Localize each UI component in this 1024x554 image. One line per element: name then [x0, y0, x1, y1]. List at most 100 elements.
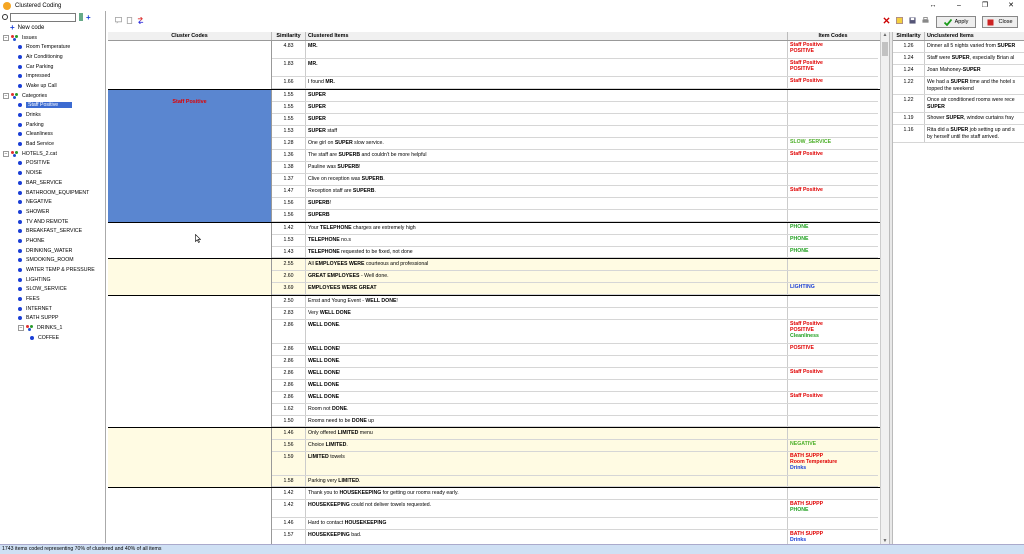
comment-icon[interactable] — [115, 17, 122, 24]
new-code-item[interactable]: + New code — [0, 23, 105, 33]
item-text-cell[interactable]: SUPERB — [306, 210, 788, 221]
tree-item-shower[interactable]: SHOWER — [0, 207, 105, 217]
item-text-cell[interactable]: TELEPHONE requested to be fixed, not don… — [306, 247, 788, 257]
item-text-cell[interactable]: WELL DONE. — [306, 356, 788, 367]
item-codes-cell[interactable] — [788, 174, 878, 185]
table-row[interactable]: 2.86 WELL DONE Staff Positive — [272, 392, 878, 404]
item-text-cell[interactable]: WELL DONE. — [306, 320, 788, 343]
table-row[interactable]: 1.53 SUPER staff — [272, 126, 878, 138]
tree-item-bathroom-equipment[interactable]: BATHROOM_EQUIPMENT — [0, 188, 105, 198]
scroll-thumb[interactable] — [882, 42, 888, 56]
delete-icon[interactable] — [883, 17, 890, 24]
tree-item-internet[interactable]: INTERNET — [0, 304, 105, 314]
tree-item-bar-service[interactable]: BAR_SERVICE — [0, 178, 105, 188]
item-codes-cell[interactable]: Staff Positive POSITIVE — [788, 41, 878, 58]
table-row[interactable]: 1.46 Hard to contact HOUSEKEEPING — [272, 518, 878, 530]
item-text-cell[interactable]: Shower SUPER, window curtains fray — [925, 113, 1024, 124]
tree-item-slow-service[interactable]: SLOW_SERVICE — [0, 285, 105, 295]
item-text-cell[interactable]: Once air conditioned rooms were rece SUPE… — [925, 95, 1024, 112]
unclustered-row[interactable]: 1.22 Once air conditioned rooms were rece… — [893, 95, 1024, 113]
item-codes-cell[interactable]: PHONE — [788, 247, 878, 257]
item-text-cell[interactable]: WELL DONE — [306, 392, 788, 403]
unclustered-row[interactable]: 1.19 Shower SUPER, window curtains fray — [893, 113, 1024, 125]
item-text-cell[interactable]: WELL DONE! — [306, 344, 788, 355]
table-row[interactable]: 1.55 SUPER — [272, 90, 878, 102]
tree-item-categories[interactable]: − Categories — [0, 91, 105, 101]
cluster-code-cell[interactable] — [108, 428, 272, 487]
table-row[interactable]: 1.46 Only offered LIMITED menu — [272, 428, 878, 440]
table-row[interactable]: 1.28 One girl on SUPER slow service. SLOW_… — [272, 138, 878, 150]
table-row[interactable]: 1.66 I found MR. Staff Positive — [272, 77, 878, 89]
item-text-cell[interactable]: Hard to contact HOUSEKEEPING — [306, 518, 788, 529]
table-row[interactable]: 2.86 WELL DONE! POSITIVE — [272, 344, 878, 356]
tree-item-noise[interactable]: NOISE — [0, 168, 105, 178]
tree-item-impressed[interactable]: Impressed — [0, 71, 105, 81]
item-codes-cell[interactable]: BATH SUPPP Room Temperature Drinks — [788, 452, 878, 475]
tree-item-air-conditioning[interactable]: Air Conditioning — [0, 52, 105, 62]
collapse-toggle-icon[interactable]: − — [3, 92, 9, 99]
item-codes-cell[interactable] — [788, 271, 878, 282]
item-codes-cell[interactable] — [788, 296, 878, 307]
item-text-cell[interactable]: Joan Mahoney-SUPER — [925, 65, 1024, 76]
tree-item-coffee[interactable]: COFFEE — [0, 333, 105, 343]
cluster-code-cell[interactable] — [108, 488, 272, 544]
tree-item-breakfast-service[interactable]: BREAKFAST_SERVICE — [0, 226, 105, 236]
item-text-cell[interactable]: HOUSEKEEPING bad. — [306, 530, 788, 544]
print-icon[interactable] — [922, 17, 929, 24]
item-codes-cell[interactable]: Staff Positive — [788, 392, 878, 403]
cluster-code-cell[interactable] — [108, 223, 272, 258]
close-window-button[interactable]: ✕ — [998, 0, 1024, 11]
item-codes-cell[interactable] — [788, 356, 878, 367]
item-text-cell[interactable]: One girl on SUPER slow service. — [306, 138, 788, 149]
tree-item-lighting[interactable]: LIGHTING — [0, 275, 105, 285]
item-codes-cell[interactable] — [788, 518, 878, 529]
item-text-cell[interactable]: LIMITED towels — [306, 452, 788, 475]
tree-item-staff-positive[interactable]: Staff Positive — [0, 101, 105, 111]
add-icon[interactable]: + — [86, 13, 91, 22]
tree-item-water-temp-pressure[interactable]: WATER TEMP & PRESSURE — [0, 265, 105, 275]
item-codes-cell[interactable] — [788, 198, 878, 209]
tree-item-car-parking[interactable]: Car Parking — [0, 62, 105, 72]
item-codes-cell[interactable]: Staff Positive POSITIVE Cleanliness — [788, 320, 878, 343]
item-codes-cell[interactable]: BATH SUPPP Drinks — [788, 530, 878, 544]
item-text-cell[interactable]: Thank you to HOUSEKEEPING for getting ou… — [306, 488, 788, 499]
item-codes-cell[interactable] — [788, 476, 878, 486]
item-codes-cell[interactable]: SLOW_SERVICE — [788, 138, 878, 149]
item-text-cell[interactable]: MR. — [306, 59, 788, 76]
item-codes-cell[interactable]: Staff Positive — [788, 77, 878, 88]
item-codes-cell[interactable]: Staff Positive — [788, 150, 878, 161]
item-text-cell[interactable]: EMPLOYEES WERE GREAT — [306, 283, 788, 294]
search-icon[interactable] — [2, 14, 8, 20]
item-text-cell[interactable]: HOUSEKEEPING could not deliver towels re… — [306, 500, 788, 517]
item-codes-cell[interactable] — [788, 114, 878, 125]
table-row[interactable]: 2.50 Ernst and Young Event - WELL DONE! — [272, 296, 878, 308]
item-codes-cell[interactable]: PHONE — [788, 235, 878, 246]
item-codes-cell[interactable] — [788, 162, 878, 173]
table-row[interactable]: 1.42 Thank you to HOUSEKEEPING for gettin… — [272, 488, 878, 500]
table-row[interactable]: 1.50 Rooms need to be DONE up — [272, 416, 878, 427]
item-codes-cell[interactable] — [788, 210, 878, 221]
item-text-cell[interactable]: MR. — [306, 41, 788, 58]
collapse-toggle-icon[interactable]: − — [3, 34, 9, 41]
item-codes-cell[interactable]: Staff Positive POSITIVE — [788, 59, 878, 76]
table-row[interactable]: 1.42 HOUSEKEEPING could not deliver towel… — [272, 500, 878, 518]
item-codes-cell[interactable] — [788, 428, 878, 439]
table-row[interactable]: 2.86 WELL DONE — [272, 380, 878, 392]
header-cluster-codes[interactable]: Cluster Codes — [108, 32, 272, 40]
tree-item-drinking-water[interactable]: DRINKING_WATER — [0, 246, 105, 256]
item-codes-cell[interactable]: NEGATIVE — [788, 440, 878, 451]
item-codes-cell[interactable]: LIGHTING — [788, 283, 878, 294]
tree-item-negative[interactable]: NEGATIVE — [0, 197, 105, 207]
item-text-cell[interactable]: Pauline was SUPERB! — [306, 162, 788, 173]
tree-item-wake-up-call[interactable]: Wake up Call — [0, 81, 105, 91]
item-codes-cell[interactable] — [788, 90, 878, 101]
tree-item-parking[interactable]: Parking — [0, 120, 105, 130]
item-codes-cell[interactable]: POSITIVE — [788, 344, 878, 355]
collapse-toggle-icon[interactable]: − — [18, 325, 24, 332]
tree-item-fees[interactable]: FEES — [0, 294, 105, 304]
tree-item-drinks[interactable]: Drinks — [0, 110, 105, 120]
table-row[interactable]: 2.86 WELL DONE! Staff Positive — [272, 368, 878, 380]
minimize-button[interactable]: – — [946, 0, 972, 11]
item-text-cell[interactable]: Rooms need to be DONE up — [306, 416, 788, 426]
table-row[interactable]: 1.43 TELEPHONE requested to be fixed, not… — [272, 247, 878, 258]
